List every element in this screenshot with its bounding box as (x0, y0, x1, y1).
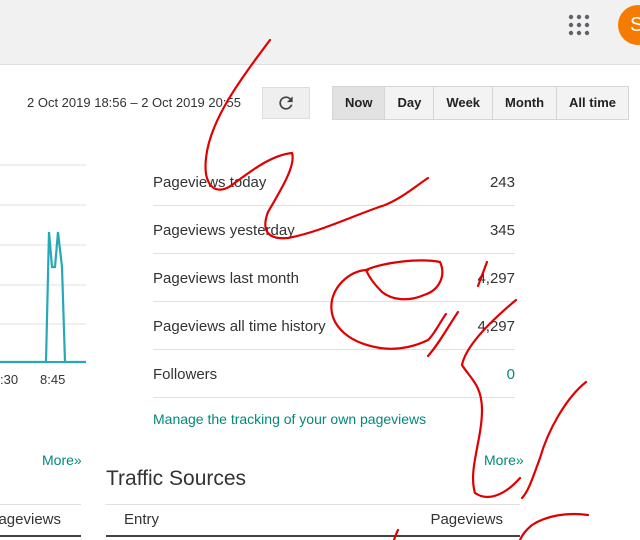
stat-value: 243 (489, 174, 515, 191)
avatar[interactable]: S (618, 5, 640, 45)
top-bar: S (0, 0, 640, 65)
period-day-button[interactable]: Day (385, 87, 435, 119)
chart-series-line (0, 231, 86, 364)
stat-value: 4,297 (477, 270, 515, 287)
stat-label: Pageviews today (153, 174, 267, 191)
stat-row-last-month: Pageviews last month 4,297 (153, 254, 515, 302)
period-month-button[interactable]: Month (493, 87, 558, 119)
stat-label: Pageviews last month (153, 270, 299, 287)
left-table-header: Pageviews (0, 504, 81, 537)
stat-label: Pageviews all time history (153, 318, 326, 335)
followers-count-link[interactable]: 0 (507, 366, 515, 383)
stat-row-followers: Followers 0 (153, 350, 515, 398)
date-range-label: 2 Oct 2019 18:56 – 2 Oct 2019 20:55 (27, 95, 241, 110)
period-all-time-button[interactable]: All time (557, 87, 628, 119)
stat-value: 4,297 (477, 318, 515, 335)
stat-value: 345 (489, 222, 515, 239)
traffic-sources-title: Traffic Sources (106, 467, 247, 490)
column-header-entry[interactable]: Entry (124, 511, 159, 528)
chart-tick-label: 8:45 (40, 372, 66, 387)
chart-tick-label: :30 (0, 372, 19, 387)
stat-row-yesterday: Pageviews yesterday 345 (153, 206, 515, 254)
period-now-button[interactable]: Now (333, 87, 386, 119)
pageviews-chart (0, 164, 86, 364)
column-header-pageviews[interactable]: Pageviews (430, 511, 503, 528)
apps-grid-icon[interactable] (568, 14, 590, 36)
stats-more-link[interactable]: More» (484, 452, 524, 468)
stat-label: Pageviews yesterday (153, 222, 295, 239)
traffic-table-header: Entry Pageviews (106, 504, 520, 537)
period-week-button[interactable]: Week (434, 87, 494, 119)
chart-more-link[interactable]: More» (42, 452, 82, 468)
pageview-stats: Pageviews today 243 Pageviews yesterday … (153, 158, 515, 398)
manage-tracking-link[interactable]: Manage the tracking of your own pageview… (153, 411, 426, 427)
refresh-icon (279, 96, 293, 110)
column-header-pageviews[interactable]: Pageviews (0, 511, 61, 528)
refresh-button[interactable] (262, 87, 310, 119)
stat-row-today: Pageviews today 243 (153, 158, 515, 206)
stat-row-all-time: Pageviews all time history 4,297 (153, 302, 515, 350)
stat-label: Followers (153, 366, 218, 383)
period-selector: Now Day Week Month All time (332, 86, 629, 120)
